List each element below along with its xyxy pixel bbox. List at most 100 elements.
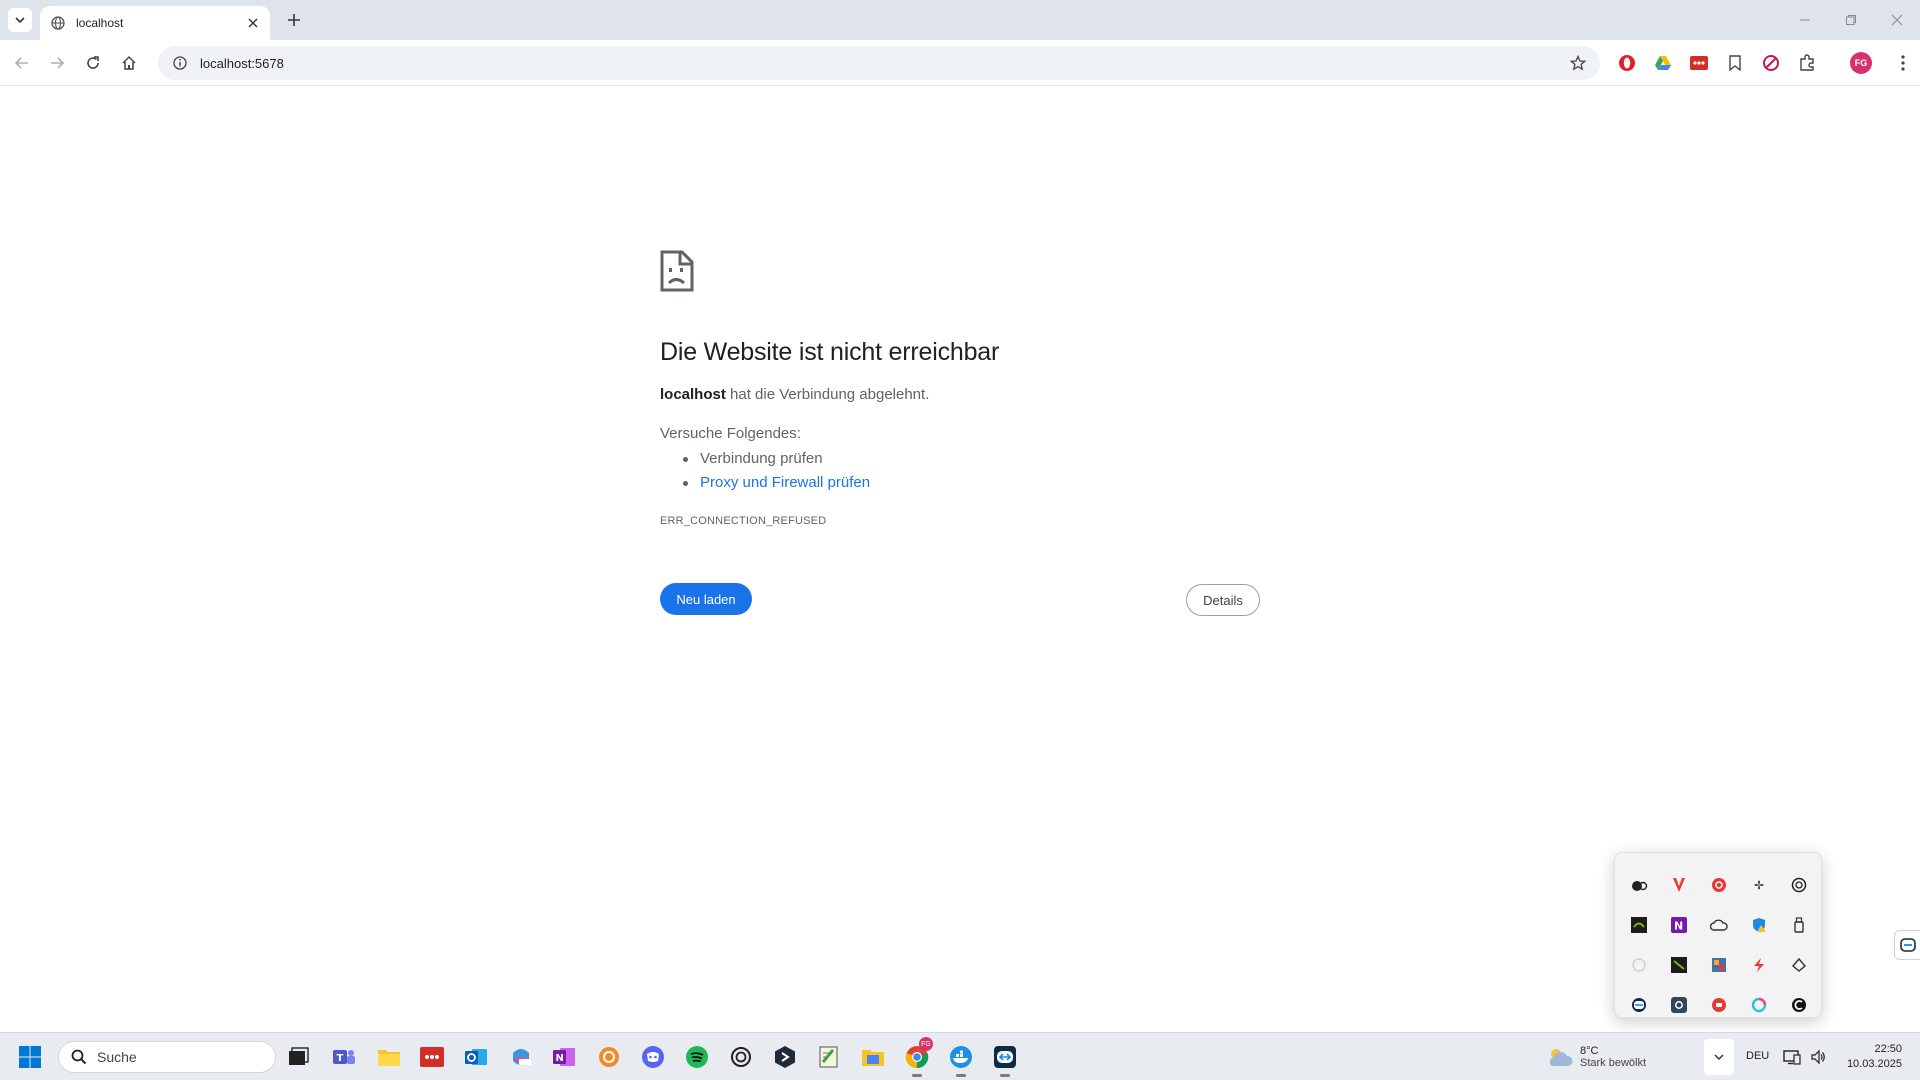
system-clock[interactable]: 22:50 10.03.2025 xyxy=(1836,1042,1902,1072)
bookmark-star-icon[interactable] xyxy=(1568,53,1588,73)
more-vertical-icon xyxy=(1901,55,1905,71)
fan-control-icon[interactable] xyxy=(1749,875,1769,895)
sad-page-icon xyxy=(660,250,694,292)
minimize-button[interactable] xyxy=(1782,0,1828,40)
svg-text:T: T xyxy=(337,1053,344,1064)
chrome-app[interactable]: FG xyxy=(903,1037,933,1077)
chatgpt-icon[interactable] xyxy=(1789,875,1809,895)
suggestion-check-connection: Verbindung prüfen xyxy=(682,449,870,473)
task-view-button[interactable] xyxy=(284,1043,312,1071)
google-drive-icon[interactable] xyxy=(1652,52,1674,74)
lastpass-icon[interactable] xyxy=(1688,52,1710,74)
clock-time: 22:50 xyxy=(1874,1043,1902,1055)
arrow-left-icon xyxy=(14,57,28,69)
file-explorer-app[interactable] xyxy=(375,1043,403,1071)
windows-start-icon[interactable] xyxy=(18,1045,42,1069)
restore-button[interactable] xyxy=(1828,0,1874,40)
chatgpt-icon xyxy=(731,1047,751,1067)
network-icon[interactable] xyxy=(1782,1047,1802,1067)
back-button[interactable] xyxy=(9,50,35,76)
lightning-app-icon[interactable] xyxy=(1749,955,1769,975)
notepad-plus-app[interactable] xyxy=(815,1043,843,1071)
error-title: Die Website ist nicht erreichbar xyxy=(660,338,1000,366)
block-icon[interactable] xyxy=(1760,52,1782,74)
mouse-utility-icon[interactable] xyxy=(1629,875,1649,895)
image-viewer-icon[interactable] xyxy=(1709,955,1729,975)
github-copilot-icon[interactable] xyxy=(1789,995,1809,1015)
spotify-app[interactable] xyxy=(683,1043,711,1071)
nvidia-icon[interactable] xyxy=(1629,915,1649,935)
teamviewer-icon xyxy=(994,1046,1016,1068)
lastpass-app[interactable] xyxy=(418,1043,446,1071)
onenote-app[interactable]: N xyxy=(550,1043,578,1071)
red-record-icon[interactable] xyxy=(1709,995,1729,1015)
reload-page-button[interactable]: Neu laden xyxy=(660,583,752,615)
weather-widget[interactable]: 8°C Stark bewölkt xyxy=(1546,1041,1646,1073)
bookmark-icon[interactable] xyxy=(1724,52,1746,74)
security-shield-icon[interactable] xyxy=(1749,915,1769,935)
greyed-app-icon[interactable] xyxy=(1629,955,1649,975)
home-button[interactable] xyxy=(116,50,142,76)
orange-app[interactable] xyxy=(595,1043,623,1071)
onedrive-icon[interactable] xyxy=(1709,915,1729,935)
nvidia-broadcast-icon[interactable] xyxy=(1669,955,1689,975)
red-circle-app-icon[interactable] xyxy=(1709,875,1729,895)
close-window-button[interactable] xyxy=(1874,0,1920,40)
vivaldi-icon[interactable] xyxy=(1669,875,1689,895)
clock-date: 10.03.2025 xyxy=(1846,1058,1902,1070)
teams-app[interactable]: T xyxy=(330,1043,358,1071)
volume-icon[interactable] xyxy=(1808,1047,1828,1067)
globe-icon xyxy=(50,15,66,31)
task-view-icon xyxy=(289,1047,309,1065)
error-description-text: hat die Verbindung abgelehnt. xyxy=(725,386,930,403)
close-icon xyxy=(1891,14,1903,26)
teamviewer-side-widget[interactable] xyxy=(1894,930,1920,960)
media-app[interactable] xyxy=(859,1043,887,1071)
chatgpt-app[interactable] xyxy=(727,1043,755,1071)
gear-app-icon[interactable] xyxy=(1669,995,1689,1015)
chevron-down-icon xyxy=(1714,1054,1724,1061)
details-button[interactable]: Details xyxy=(1186,584,1260,616)
microsoft-365-icon xyxy=(513,1049,531,1065)
usb-drive-icon[interactable] xyxy=(1789,915,1809,935)
site-info-icon[interactable] xyxy=(170,53,190,73)
profile-avatar[interactable]: FG xyxy=(1850,52,1872,74)
chrome-menu-button[interactable] xyxy=(1892,52,1914,74)
taskbar-search-box[interactable]: Suche xyxy=(58,1041,276,1073)
extensions-puzzle-icon[interactable] xyxy=(1796,52,1818,74)
tab-localhost[interactable]: localhost xyxy=(40,6,270,40)
weather-temperature: 8°C xyxy=(1580,1045,1599,1057)
plus-icon xyxy=(288,14,300,26)
color-ring-icon[interactable] xyxy=(1749,995,1769,1015)
teamviewer-icon[interactable] xyxy=(1629,995,1649,1015)
suggestion-proxy-firewall-link[interactable]: Proxy und Firewall prüfen xyxy=(682,473,870,497)
close-icon xyxy=(248,18,258,28)
search-icon xyxy=(71,1049,87,1065)
tab-close-button[interactable] xyxy=(244,14,262,32)
show-hidden-icons-button[interactable] xyxy=(1704,1039,1734,1075)
snipping-tool-icon[interactable] xyxy=(1789,955,1809,975)
discord-app[interactable] xyxy=(639,1043,667,1071)
opera-extension-icon[interactable] xyxy=(1616,52,1638,74)
reload-button[interactable] xyxy=(80,50,106,76)
teamviewer-app[interactable] xyxy=(991,1043,1019,1077)
url-text[interactable]: localhost:5678 xyxy=(200,56,1568,71)
forward-button[interactable] xyxy=(44,50,70,76)
lastpass-icon xyxy=(420,1047,444,1067)
suggestions-label: Versuche Folgendes: xyxy=(660,425,801,442)
spotify-icon xyxy=(686,1046,708,1068)
onenote-icon[interactable]: N xyxy=(1669,915,1689,935)
address-bar[interactable]: localhost:5678 xyxy=(158,46,1600,80)
m365-copilot-app[interactable] xyxy=(507,1043,535,1071)
input-language-indicator[interactable]: DEU xyxy=(1746,1050,1769,1062)
browser-toolbar: localhost:5678 xyxy=(0,40,1920,86)
cloudy-weather-icon xyxy=(1549,1049,1573,1066)
onenote-icon: N xyxy=(553,1048,575,1066)
dev-app[interactable] xyxy=(771,1043,799,1071)
taskbar: Suche T N FG 8°C Stark bewölkt DEU 22:50… xyxy=(0,1032,1920,1080)
svg-text:N: N xyxy=(556,1053,564,1064)
docker-app[interactable] xyxy=(947,1043,975,1077)
tab-search-button[interactable] xyxy=(8,8,32,32)
outlook-app[interactable] xyxy=(462,1043,490,1071)
new-tab-button[interactable] xyxy=(282,8,306,32)
